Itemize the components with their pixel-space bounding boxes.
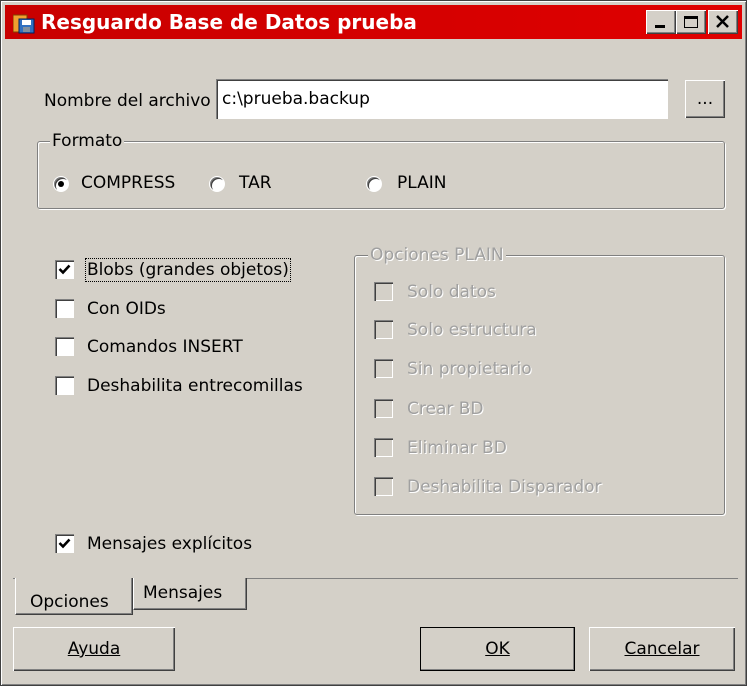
dialog-window: Resguardo Base de Datos prueba Nombre de… xyxy=(0,0,747,686)
checkbox-create-db[interactable] xyxy=(374,399,393,418)
checkbox-verbose[interactable] xyxy=(55,534,74,553)
checkbox-disable-trigger-label: Deshabilita Disparador xyxy=(407,477,602,497)
radio-plain[interactable] xyxy=(366,176,382,192)
checkbox-drop-db-label: Eliminar BD xyxy=(407,438,507,458)
checkbox-schema-only-label: Solo estructura xyxy=(407,320,537,340)
tab-options-label: Opciones xyxy=(30,592,109,612)
maximize-button[interactable] xyxy=(676,10,706,34)
cancel-button[interactable]: Cancelar xyxy=(589,627,735,671)
checkmark-icon xyxy=(58,538,71,549)
checkbox-insert[interactable] xyxy=(55,337,74,356)
tab-messages-label: Mensajes xyxy=(143,583,223,603)
plain-options-title: Opciones PLAIN xyxy=(368,245,506,265)
checkbox-no-owner-label: Sin propietario xyxy=(407,359,532,379)
minimize-button[interactable] xyxy=(646,10,676,34)
checkbox-insert-label: Comandos INSERT xyxy=(87,337,243,357)
browse-button[interactable]: ... xyxy=(685,80,725,118)
checkbox-oids[interactable] xyxy=(55,299,74,318)
checkbox-no-quotes-label: Deshabilita entrecomillas xyxy=(87,376,303,396)
checkbox-data-only-label: Solo datos xyxy=(407,282,496,302)
maximize-icon xyxy=(684,16,698,28)
app-icon[interactable] xyxy=(12,12,35,34)
file-name-label: Nombre del archivo xyxy=(44,91,211,111)
checkbox-blobs[interactable] xyxy=(55,260,74,279)
checkbox-oids-label: Con OIDs xyxy=(87,299,166,319)
close-button[interactable] xyxy=(708,10,738,34)
checkbox-no-owner[interactable] xyxy=(374,359,393,378)
file-name-input[interactable]: c:\prueba.backup xyxy=(216,79,668,119)
checkbox-verbose-label: Mensajes explícitos xyxy=(87,534,253,554)
checkbox-data-only[interactable] xyxy=(374,282,393,301)
checkmark-icon xyxy=(58,264,71,275)
window-title: Resguardo Base de Datos prueba xyxy=(41,10,417,34)
checkbox-create-db-label: Crear BD xyxy=(407,399,484,419)
ok-button[interactable]: OK xyxy=(420,627,575,671)
radio-compress-label: COMPRESS xyxy=(81,173,176,193)
ok-button-label: OK xyxy=(485,639,510,659)
title-bar[interactable]: Resguardo Base de Datos prueba xyxy=(5,5,742,39)
help-button[interactable]: Ayuda xyxy=(13,627,175,671)
checkbox-no-quotes[interactable] xyxy=(55,376,74,395)
tab-options[interactable]: Opciones xyxy=(15,578,133,615)
file-name-value: c:\prueba.backup xyxy=(222,89,370,109)
radio-tar[interactable] xyxy=(209,176,225,192)
browse-label: ... xyxy=(696,89,714,109)
close-icon xyxy=(716,15,729,28)
checkbox-blobs-label: Blobs (grandes objetos) xyxy=(85,258,291,282)
tab-messages[interactable]: Mensajes xyxy=(133,578,247,610)
format-group-title: Formato xyxy=(50,131,125,151)
radio-compress[interactable] xyxy=(53,176,69,192)
checkbox-disable-trigger[interactable] xyxy=(374,477,393,496)
help-button-label: Ayuda xyxy=(67,639,121,659)
checkbox-drop-db[interactable] xyxy=(374,438,393,457)
checkbox-schema-only[interactable] xyxy=(374,320,393,339)
cancel-button-label: Cancelar xyxy=(624,639,700,659)
minimize-icon xyxy=(655,25,665,28)
radio-plain-label: PLAIN xyxy=(397,173,447,193)
radio-tar-label: TAR xyxy=(239,173,272,193)
